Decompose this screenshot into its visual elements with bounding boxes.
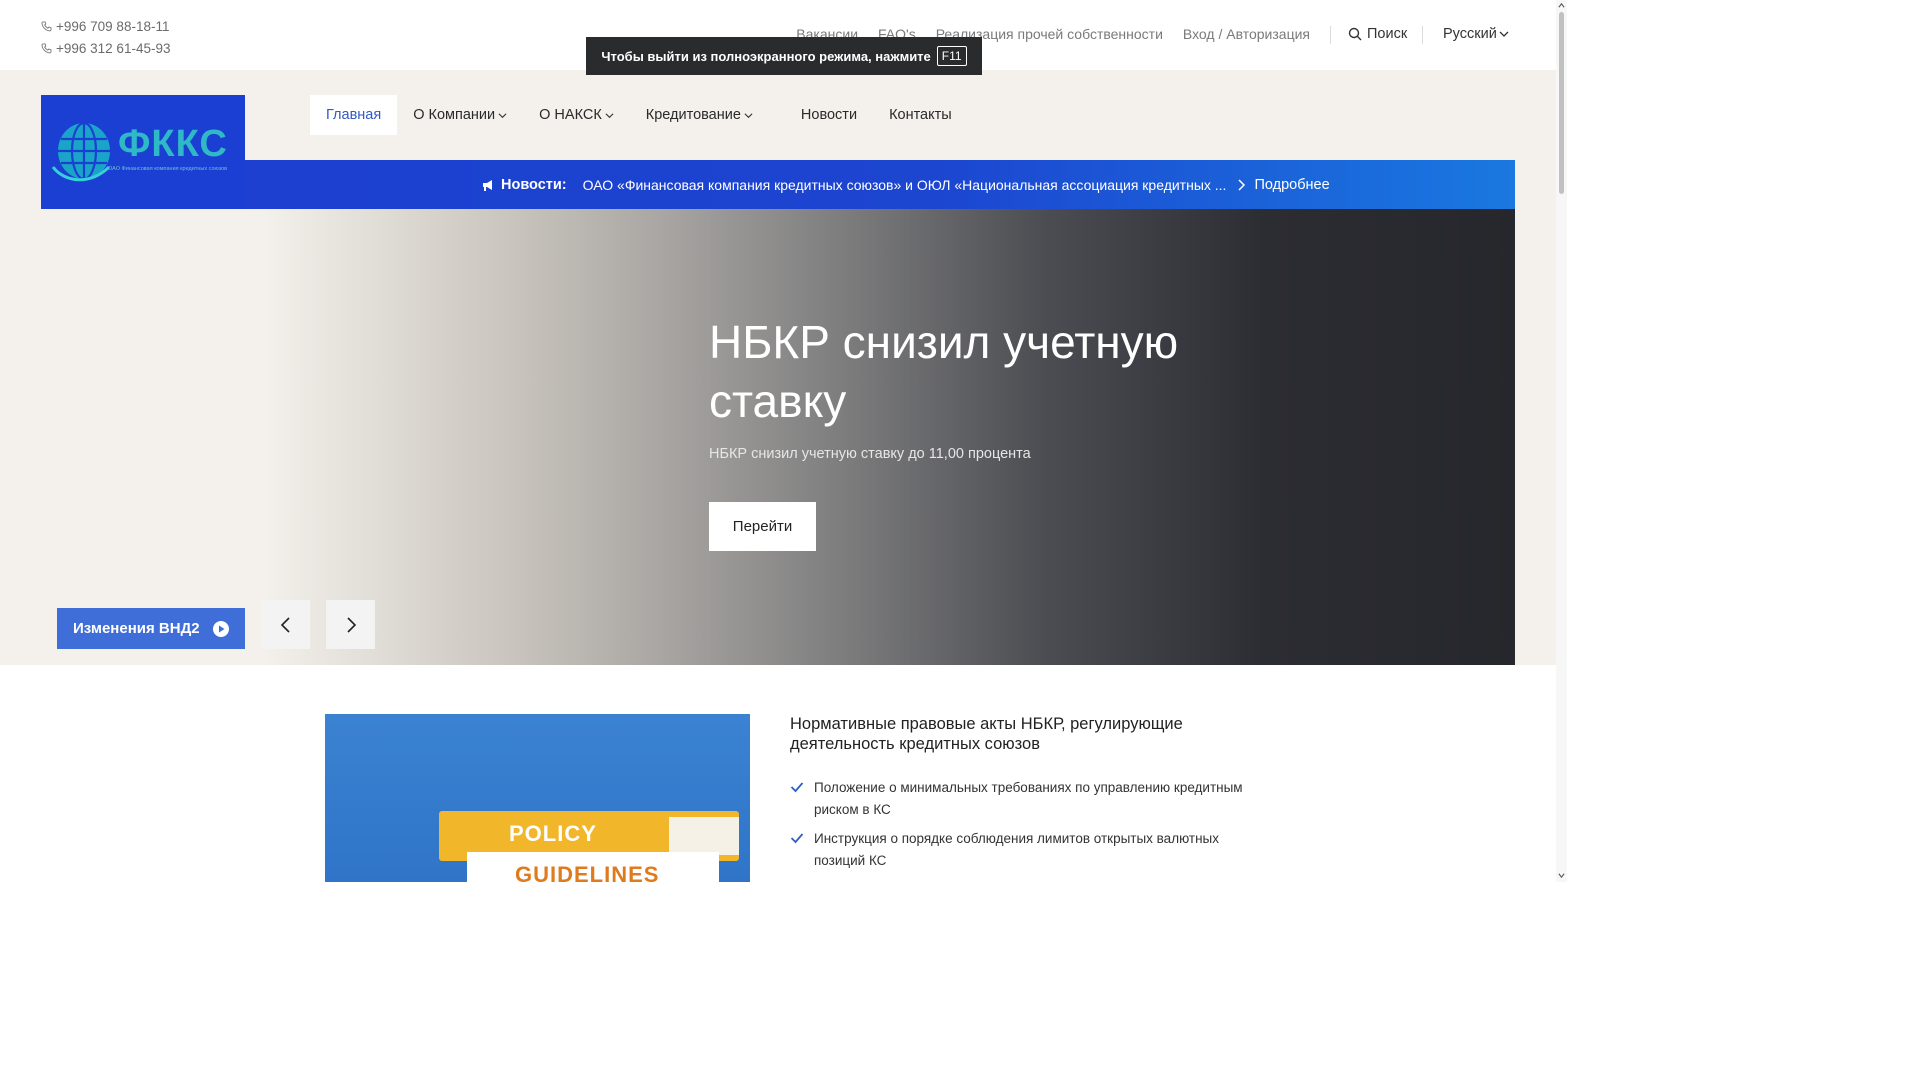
- slider-next-button[interactable]: [326, 600, 375, 649]
- nav-label: Кредитование: [645, 107, 741, 123]
- phone-icon: [41, 43, 52, 54]
- search-label: Поиск: [1367, 26, 1408, 42]
- scroll-down-icon[interactable]: [1558, 872, 1565, 879]
- acts-section-title: Нормативные правовые акты НБКР, регулиру…: [790, 715, 1183, 753]
- megaphone-icon: [483, 179, 492, 191]
- hero-go-button[interactable]: Перейти: [709, 502, 816, 551]
- acts-list: Положение о минимальных требованиях по у…: [790, 777, 1250, 879]
- language-label: Русский: [1443, 26, 1497, 42]
- nav-label: Контакты: [889, 107, 952, 123]
- hero-slide: [41, 209, 1515, 665]
- phone-2[interactable]: +996 312 61-45-93: [41, 38, 170, 60]
- nav-item-lending[interactable]: Кредитование: [630, 95, 769, 135]
- list-item[interactable]: Положение о минимальных требованиях по у…: [790, 777, 1250, 820]
- chevron-down-icon: [498, 112, 507, 118]
- phone-icon: [41, 21, 52, 32]
- nav-item-contacts[interactable]: Контакты: [873, 95, 968, 135]
- scroll-up-icon[interactable]: [1558, 2, 1565, 9]
- nav-item-about-naksk[interactable]: О НАКСК: [523, 95, 630, 135]
- nav-item-news[interactable]: Новости: [785, 95, 873, 135]
- toast-key: F11: [936, 46, 967, 66]
- chevron-down-icon: [605, 112, 614, 118]
- news-more-label: Подробнее: [1254, 176, 1330, 193]
- nav-item-about-company[interactable]: О Компании: [397, 95, 523, 135]
- chevron-down-icon: [1499, 31, 1509, 37]
- chevron-right-icon: [1238, 178, 1246, 191]
- news-headline[interactable]: ОАО «Финансовая компания кредитных союзо…: [583, 177, 1227, 193]
- link-login[interactable]: Вход / Авторизация: [1183, 26, 1310, 42]
- logo-subtext: ОАО Финансовая компания кредитных союзов: [108, 166, 228, 172]
- list-item-text: Положение о минимальных требованиях по у…: [814, 780, 1243, 817]
- divider: [1330, 26, 1331, 44]
- search-button[interactable]: Поиск: [1348, 26, 1407, 42]
- news-more-link[interactable]: Подробнее: [1234, 176, 1330, 193]
- arrow-left-icon: [280, 616, 290, 633]
- nav-label: О Компании: [413, 107, 496, 123]
- nav-label: Главная: [326, 107, 382, 123]
- vnd-changes-button[interactable]: Изменения ВНД2: [57, 608, 245, 649]
- nav-label: О НАКСК: [539, 107, 602, 123]
- phone-1[interactable]: +996 709 88-18-11: [41, 16, 170, 38]
- logo[interactable]: ФККС ОАО Финансовая компания кредитных с…: [41, 95, 245, 209]
- slider-prev-button[interactable]: [261, 600, 310, 649]
- main-nav: Главная О Компании О НАКСК Кредитование …: [310, 95, 968, 135]
- hero-subtitle: НБКР снизил учетную ставку до 11,00 проц…: [709, 446, 1031, 462]
- phone-number: +996 709 88-18-11: [56, 19, 170, 34]
- scrollbar-thumb[interactable]: [1559, 12, 1564, 194]
- book-pages: [669, 817, 739, 855]
- book-policy-label: POLICY: [509, 821, 597, 846]
- logo-text: ФККС: [118, 123, 228, 165]
- book-guidelines-label: GUIDELINES: [515, 862, 660, 882]
- fullscreen-exit-toast: Чтобы выйти из полноэкранного режима, на…: [586, 37, 982, 75]
- chevron-down-icon: [744, 112, 753, 118]
- play-icon: [213, 620, 229, 637]
- news-ticker: Новости: ОАО «Финансовая компания кредит…: [41, 160, 1515, 209]
- phone-list: +996 709 88-18-11 +996 312 61-45-93: [41, 16, 170, 59]
- list-item-text: Инструкция о порядке соблюдения лимитов …: [814, 831, 1219, 868]
- check-icon: [790, 782, 804, 793]
- language-select[interactable]: Русский: [1443, 26, 1509, 42]
- scrollbar[interactable]: [1556, 0, 1567, 882]
- arrow-right-icon: [346, 616, 356, 633]
- vnd-button-label: Изменения ВНД2: [73, 620, 200, 637]
- list-item[interactable]: Инструкция о порядке соблюдения лимитов …: [790, 828, 1250, 871]
- search-icon: [1348, 27, 1362, 41]
- nav-item-home[interactable]: Главная: [310, 95, 398, 135]
- book-guidelines: GUIDELINES: [467, 852, 719, 882]
- policy-guidelines-image: POLICY GUIDELINES: [325, 714, 750, 882]
- globe-icon: [51, 121, 111, 182]
- hero-title: НБКР снизил учетную ставку: [709, 316, 1179, 427]
- toast-message: Чтобы выйти из полноэкранного режима, на…: [601, 48, 931, 64]
- divider: [1422, 26, 1423, 44]
- nav-label: Новости: [800, 107, 858, 123]
- check-icon: [790, 833, 804, 844]
- phone-number: +996 312 61-45-93: [56, 40, 171, 56]
- news-label: Новости:: [501, 176, 567, 193]
